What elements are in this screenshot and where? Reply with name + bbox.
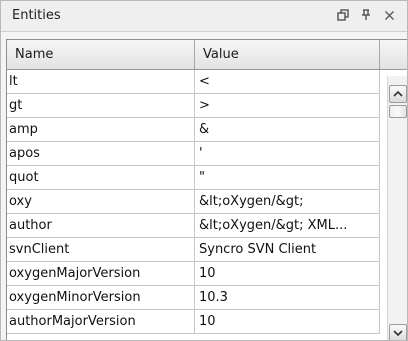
cell-value[interactable]: &lt;oXygen/&gt; — [195, 190, 380, 214]
cell-value[interactable]: 10 — [195, 310, 380, 334]
cell-value[interactable]: Syncro SVN Client — [195, 238, 380, 262]
table-row[interactable]: oxy &lt;oXygen/&gt; — [7, 190, 380, 214]
cell-value[interactable]: 10 — [195, 262, 380, 286]
cell-name[interactable]: amp — [7, 118, 195, 142]
cell-value[interactable]: 10.3 — [195, 286, 380, 310]
cell-value[interactable]: > — [195, 94, 380, 118]
cell-name[interactable]: oxygenMinorVersion — [7, 286, 195, 310]
pin-icon[interactable] — [356, 5, 376, 25]
table-row[interactable]: oxygenMajorVersion 10 — [7, 262, 380, 286]
cell-value[interactable]: < — [195, 70, 380, 94]
cell-name[interactable]: svnClient — [7, 238, 195, 262]
table-row[interactable]: authorMajorVersion 10 — [7, 310, 380, 334]
close-icon[interactable] — [379, 5, 399, 25]
cell-value[interactable]: " — [195, 166, 380, 190]
cell-name[interactable]: apos — [7, 142, 195, 166]
entities-table: Name Value lt < gt > amp & apos ' quot "… — [6, 39, 407, 340]
cell-name[interactable]: lt — [7, 70, 195, 94]
scroll-down-button[interactable] — [389, 324, 407, 340]
column-header-value[interactable]: Value — [195, 40, 380, 69]
restore-window-icon[interactable] — [333, 5, 353, 25]
chevron-up-icon — [393, 91, 403, 97]
cell-name[interactable]: gt — [7, 94, 195, 118]
cell-value[interactable]: & — [195, 118, 380, 142]
chevron-down-icon — [393, 330, 403, 336]
vertical-scrollbar[interactable] — [387, 76, 407, 340]
cell-name[interactable]: oxygenMajorVersion — [7, 262, 195, 286]
table-row[interactable]: quot " — [7, 166, 380, 190]
panel-title: Entities — [12, 8, 61, 23]
table-row[interactable]: apos ' — [7, 142, 380, 166]
column-header-filler — [380, 40, 407, 69]
table-row[interactable]: author &lt;oXygen/&gt; XML... — [7, 214, 380, 238]
table-row[interactable]: gt > — [7, 94, 380, 118]
table-row[interactable]: oxygenMinorVersion 10.3 — [7, 286, 380, 310]
column-header-name[interactable]: Name — [7, 40, 195, 69]
entities-panel: Entities Name Value lt < gt > amp & apos… — [0, 0, 408, 341]
cell-name[interactable]: authorMajorVersion — [7, 310, 195, 334]
scroll-up-button[interactable] — [389, 85, 407, 103]
panel-titlebar: Entities — [1, 1, 407, 32]
table-header: Name Value — [7, 40, 407, 70]
cell-name[interactable]: quot — [7, 166, 195, 190]
cell-name[interactable]: author — [7, 214, 195, 238]
cell-value[interactable]: ' — [195, 142, 380, 166]
table-row[interactable]: svnClient Syncro SVN Client — [7, 238, 380, 262]
table-row[interactable]: amp & — [7, 118, 380, 142]
cell-value[interactable]: &lt;oXygen/&gt; XML... — [195, 214, 380, 238]
scrollbar-thumb[interactable] — [389, 105, 407, 118]
cell-name[interactable]: oxy — [7, 190, 195, 214]
table-row[interactable]: lt < — [7, 70, 380, 94]
